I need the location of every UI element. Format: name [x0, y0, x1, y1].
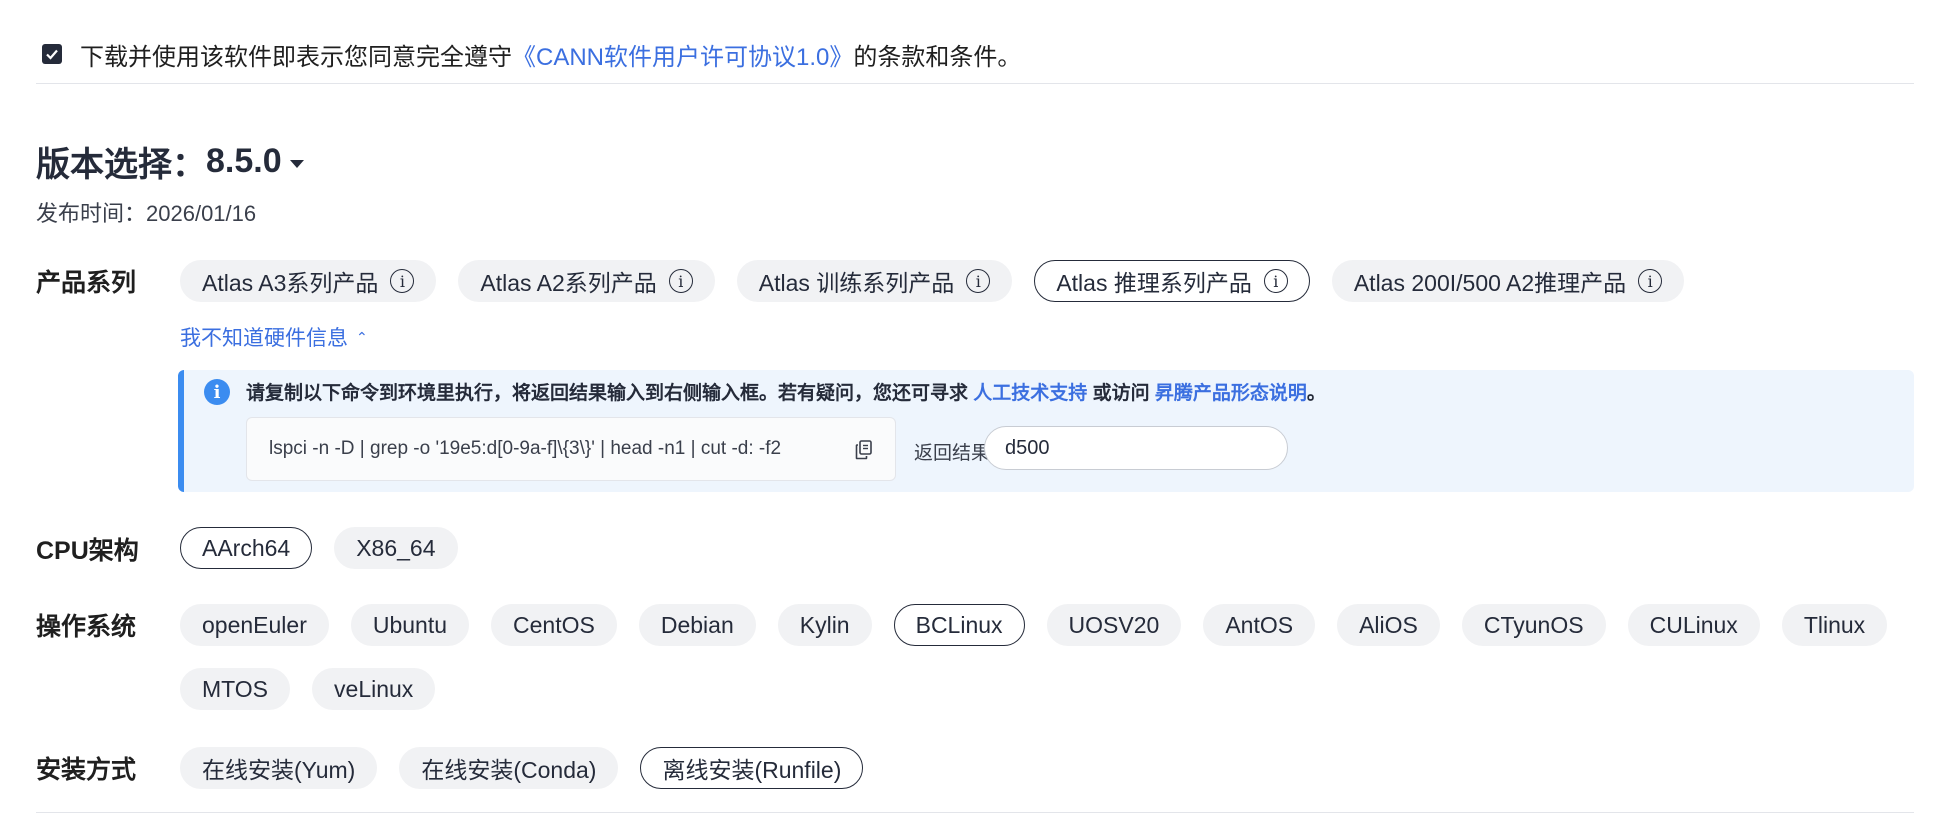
check-icon	[46, 49, 58, 60]
hardware-info-panel: i 请复制以下命令到环境里执行，将返回结果输入到右侧输入框。若有疑问，您还可寻求…	[178, 370, 1914, 492]
install-method-label: 安装方式	[36, 756, 137, 784]
os-option-bclinux[interactable]: BCLinux	[893, 604, 1025, 646]
product-option-inference[interactable]: Atlas 推理系列产品 i	[1034, 260, 1310, 302]
product-option-label: Atlas A3系列产品	[202, 270, 379, 296]
chevron-up-icon: ⌃	[356, 328, 368, 345]
result-input[interactable]	[984, 426, 1288, 470]
info-circle-icon: i	[204, 379, 230, 405]
os-option-openeuler[interactable]: openEuler	[180, 604, 329, 646]
os-option-label: AntOS	[1225, 611, 1294, 638]
info-text-part: 或访问	[1087, 383, 1155, 404]
install-method-options: 在线安装(Yum) 在线安装(Conda) 离线安装(Runfile)	[180, 747, 1920, 811]
product-option-200i-500-a2[interactable]: Atlas 200I/500 A2推理产品 i	[1331, 260, 1685, 302]
license-agreement-row: 下载并使用该软件即表示您同意完全遵守 《CANN软件用户许可协议1.0》 的条款…	[42, 36, 1021, 72]
os-option-mtos[interactable]: MTOS	[180, 668, 291, 710]
cpu-option-label: X86_64	[356, 534, 436, 561]
hardware-info-text: 请复制以下命令到环境里执行，将返回结果输入到右侧输入框。若有疑问，您还可寻求 人…	[246, 378, 1326, 405]
product-option-training[interactable]: Atlas 训练系列产品 i	[736, 260, 1013, 302]
command-box: lspci -n -D | grep -o '19e5:d[0-9a-f]\{3…	[246, 417, 896, 481]
product-form-link[interactable]: 昇腾产品形态说明	[1155, 383, 1307, 404]
product-option-label: Atlas A2系列产品	[480, 270, 657, 296]
os-option-uosv20[interactable]: UOSV20	[1046, 604, 1182, 646]
product-series-options: Atlas A3系列产品 i Atlas A2系列产品 i Atlas 训练系列产品…	[180, 260, 1920, 324]
product-series-label: 产品系列	[36, 269, 137, 297]
product-option-label: Atlas 训练系列产品	[758, 270, 955, 296]
install-option-yum[interactable]: 在线安装(Yum)	[180, 747, 378, 789]
os-option-alios[interactable]: AliOS	[1337, 604, 1440, 646]
result-label: 返回结果	[914, 443, 991, 464]
install-option-label: 在线安装(Yum)	[202, 757, 356, 783]
agreement-text-end: 的条款和条件。	[853, 43, 1022, 71]
version-label: 版本选择：	[36, 146, 206, 184]
os-option-label: veLinux	[334, 675, 414, 702]
os-option-label: Tlinux	[1803, 611, 1866, 638]
os-option-label: Kylin	[799, 611, 850, 638]
license-link[interactable]: 《CANN软件用户许可协议1.0》	[512, 37, 853, 72]
os-option-kylin[interactable]: Kylin	[777, 604, 872, 646]
os-option-ubuntu[interactable]: Ubuntu	[350, 604, 470, 646]
os-option-debian[interactable]: Debian	[638, 604, 756, 646]
caret-down-icon	[289, 159, 304, 168]
product-option-a3[interactable]: Atlas A3系列产品 i	[180, 260, 437, 302]
cpu-option-x86-64[interactable]: X86_64	[334, 527, 458, 569]
info-text-part: 请复制以下命令到环境里执行，将返回结果输入到右侧输入框。若有疑问，您还可寻求	[246, 383, 974, 404]
info-icon[interactable]: i	[668, 269, 693, 293]
release-label: 发布时间：	[36, 201, 147, 226]
tech-support-link[interactable]: 人工技术支持	[973, 383, 1087, 404]
agree-checkbox[interactable]	[42, 44, 62, 64]
os-option-label: Ubuntu	[372, 611, 448, 638]
product-option-a2[interactable]: Atlas A2系列产品 i	[458, 260, 715, 302]
cpu-arch-options: AArch64 X86_64	[180, 527, 1920, 591]
cpu-arch-label: CPU架构	[36, 537, 139, 565]
command-text: lspci -n -D | grep -o '19e5:d[0-9a-f]\{3…	[269, 438, 782, 459]
cpu-option-label: AArch64	[202, 534, 291, 561]
os-option-label: CentOS	[513, 611, 595, 638]
info-icon[interactable]: i	[390, 269, 415, 293]
os-option-label: Debian	[660, 611, 734, 638]
product-option-label: Atlas 推理系列产品	[1056, 270, 1252, 296]
info-icon[interactable]: i	[1638, 269, 1663, 293]
version-value: 8.5.0	[206, 142, 282, 180]
os-option-label: MTOS	[202, 675, 269, 702]
release-date: 发布时间：2026/01/16	[36, 196, 256, 228]
install-option-runfile[interactable]: 离线安装(Runfile)	[640, 747, 864, 789]
install-option-conda[interactable]: 在线安装(Conda)	[399, 747, 619, 789]
divider	[36, 83, 1914, 84]
os-option-label: AliOS	[1359, 611, 1418, 638]
install-option-label: 在线安装(Conda)	[421, 757, 597, 783]
os-option-label: CTyunOS	[1483, 611, 1584, 638]
os-option-centos[interactable]: CentOS	[491, 604, 617, 646]
os-label: 操作系统	[36, 613, 137, 641]
info-icon[interactable]: i	[1263, 269, 1288, 293]
product-option-label: Atlas 200I/500 A2推理产品	[1353, 270, 1627, 296]
os-option-antos[interactable]: AntOS	[1203, 604, 1316, 646]
os-option-velinux[interactable]: veLinux	[312, 668, 436, 710]
info-icon[interactable]: i	[966, 269, 991, 293]
os-options: openEuler Ubuntu CentOS Debian Kylin BCL…	[180, 604, 1920, 732]
os-option-label: UOSV20	[1068, 611, 1160, 638]
copy-icon[interactable]	[855, 440, 873, 460]
unknown-hardware-label: 我不知道硬件信息	[180, 327, 348, 350]
info-text-part: 。	[1306, 383, 1326, 404]
agreement-text: 下载并使用该软件即表示您同意完全遵守	[80, 43, 512, 71]
divider	[36, 812, 1914, 813]
unknown-hardware-link[interactable]: 我不知道硬件信息 ⌃	[180, 322, 368, 352]
cpu-option-aarch64[interactable]: AArch64	[180, 527, 313, 569]
version-selector[interactable]: 版本选择： 8.5.0	[36, 137, 304, 186]
install-option-label: 离线安装(Runfile)	[662, 757, 842, 783]
release-date-value: 2026/01/16	[146, 201, 257, 226]
os-option-label: openEuler	[202, 611, 307, 638]
os-option-ctyunos[interactable]: CTyunOS	[1461, 604, 1606, 646]
os-option-label: BCLinux	[915, 611, 1003, 638]
os-option-tlinux[interactable]: Tlinux	[1781, 604, 1888, 646]
os-option-label: CULinux	[1649, 611, 1738, 638]
os-option-culinux[interactable]: CULinux	[1627, 604, 1760, 646]
